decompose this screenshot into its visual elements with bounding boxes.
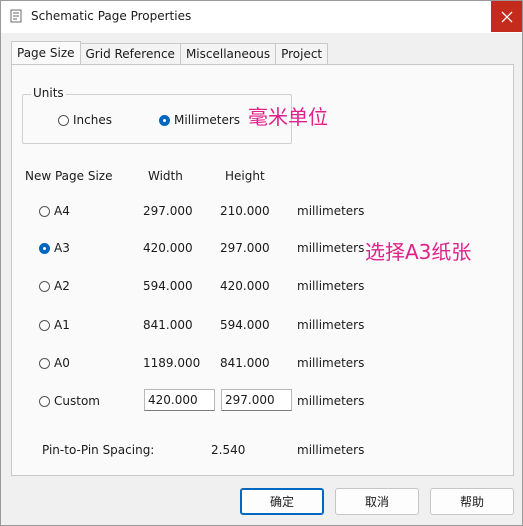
a0-width: 1189.000: [143, 356, 201, 370]
page-properties-icon: [10, 9, 22, 23]
custom-unit: millimeters: [297, 394, 365, 408]
inches-label: Inches: [73, 113, 112, 127]
inches-radio[interactable]: [58, 114, 69, 126]
new-page-size-header: New Page Size: [25, 169, 113, 183]
tab-project[interactable]: Project: [275, 43, 329, 64]
a3-label: A3: [54, 241, 70, 255]
a4-unit: millimeters: [297, 204, 365, 218]
a1-unit: millimeters: [297, 318, 365, 332]
a0-unit: millimeters: [297, 356, 365, 370]
a0-radio[interactable]: [39, 357, 50, 369]
page-size-option-a0[interactable]: A0: [39, 356, 70, 370]
a2-label: A2: [54, 279, 70, 293]
a1-radio[interactable]: [39, 319, 50, 331]
page-size-option-a4[interactable]: A4: [39, 204, 70, 218]
page-size-option-a1[interactable]: A1: [39, 318, 70, 332]
height-header: Height: [225, 169, 265, 183]
a4-radio[interactable]: [39, 205, 50, 217]
millimeters-label: Millimeters: [174, 113, 241, 127]
title-bar[interactable]: Schematic Page Properties: [1, 1, 522, 33]
a4-width: 297.000: [143, 204, 193, 218]
a1-label: A1: [54, 318, 70, 332]
tab-page-size[interactable]: Page Size: [11, 41, 81, 64]
custom-height-input[interactable]: 297.000: [221, 389, 292, 411]
custom-width-input[interactable]: 420.000: [144, 389, 215, 411]
pin-spacing-label: Pin-to-Pin Spacing:: [42, 443, 155, 457]
custom-radio[interactable]: [39, 395, 50, 407]
a1-width: 841.000: [143, 318, 193, 332]
millimeters-radio[interactable]: [159, 114, 170, 126]
a3-radio[interactable]: [39, 242, 50, 254]
a3-height: 297.000: [220, 241, 270, 255]
page-size-option-a3[interactable]: A3: [39, 241, 70, 255]
ok-button[interactable]: 确定: [240, 488, 324, 515]
a3-unit: millimeters: [297, 241, 365, 255]
page-size-panel: Units Inches Millimeters 毫米单位 New Page S…: [11, 64, 514, 476]
pin-spacing-unit: millimeters: [297, 443, 365, 457]
a0-label: A0: [54, 356, 70, 370]
width-header: Width: [148, 169, 183, 183]
a2-unit: millimeters: [297, 279, 365, 293]
close-button[interactable]: [491, 1, 522, 32]
window-title: Schematic Page Properties: [31, 9, 192, 23]
tab-strip: Page Size Grid Reference Miscellaneous P…: [11, 41, 329, 65]
a3-width: 420.000: [143, 241, 193, 255]
tab-miscellaneous[interactable]: Miscellaneous: [179, 43, 277, 64]
millimeters-radio-option[interactable]: Millimeters: [159, 113, 240, 127]
a2-radio[interactable]: [39, 280, 50, 292]
a1-height: 594.000: [220, 318, 270, 332]
a2-height: 420.000: [220, 279, 270, 293]
cancel-button[interactable]: 取消: [335, 488, 419, 515]
page-size-option-custom[interactable]: Custom: [39, 394, 100, 408]
pin-spacing-value: 2.540: [211, 443, 246, 457]
a2-width: 594.000: [143, 279, 193, 293]
units-legend: Units: [31, 86, 66, 100]
custom-label: Custom: [54, 394, 100, 408]
help-button[interactable]: 帮助: [430, 488, 514, 515]
close-icon: [501, 11, 512, 22]
a4-height: 210.000: [220, 204, 270, 218]
a0-height: 841.000: [220, 356, 270, 370]
units-annotation: 毫米单位: [248, 105, 328, 129]
inches-radio-option[interactable]: Inches: [58, 113, 112, 127]
dialog-window: Schematic Page Properties Page Size Grid…: [0, 0, 523, 526]
a3-annotation: 选择A3纸张: [365, 240, 472, 264]
a4-label: A4: [54, 204, 70, 218]
tab-grid-reference[interactable]: Grid Reference: [79, 43, 181, 64]
page-size-option-a2[interactable]: A2: [39, 279, 70, 293]
